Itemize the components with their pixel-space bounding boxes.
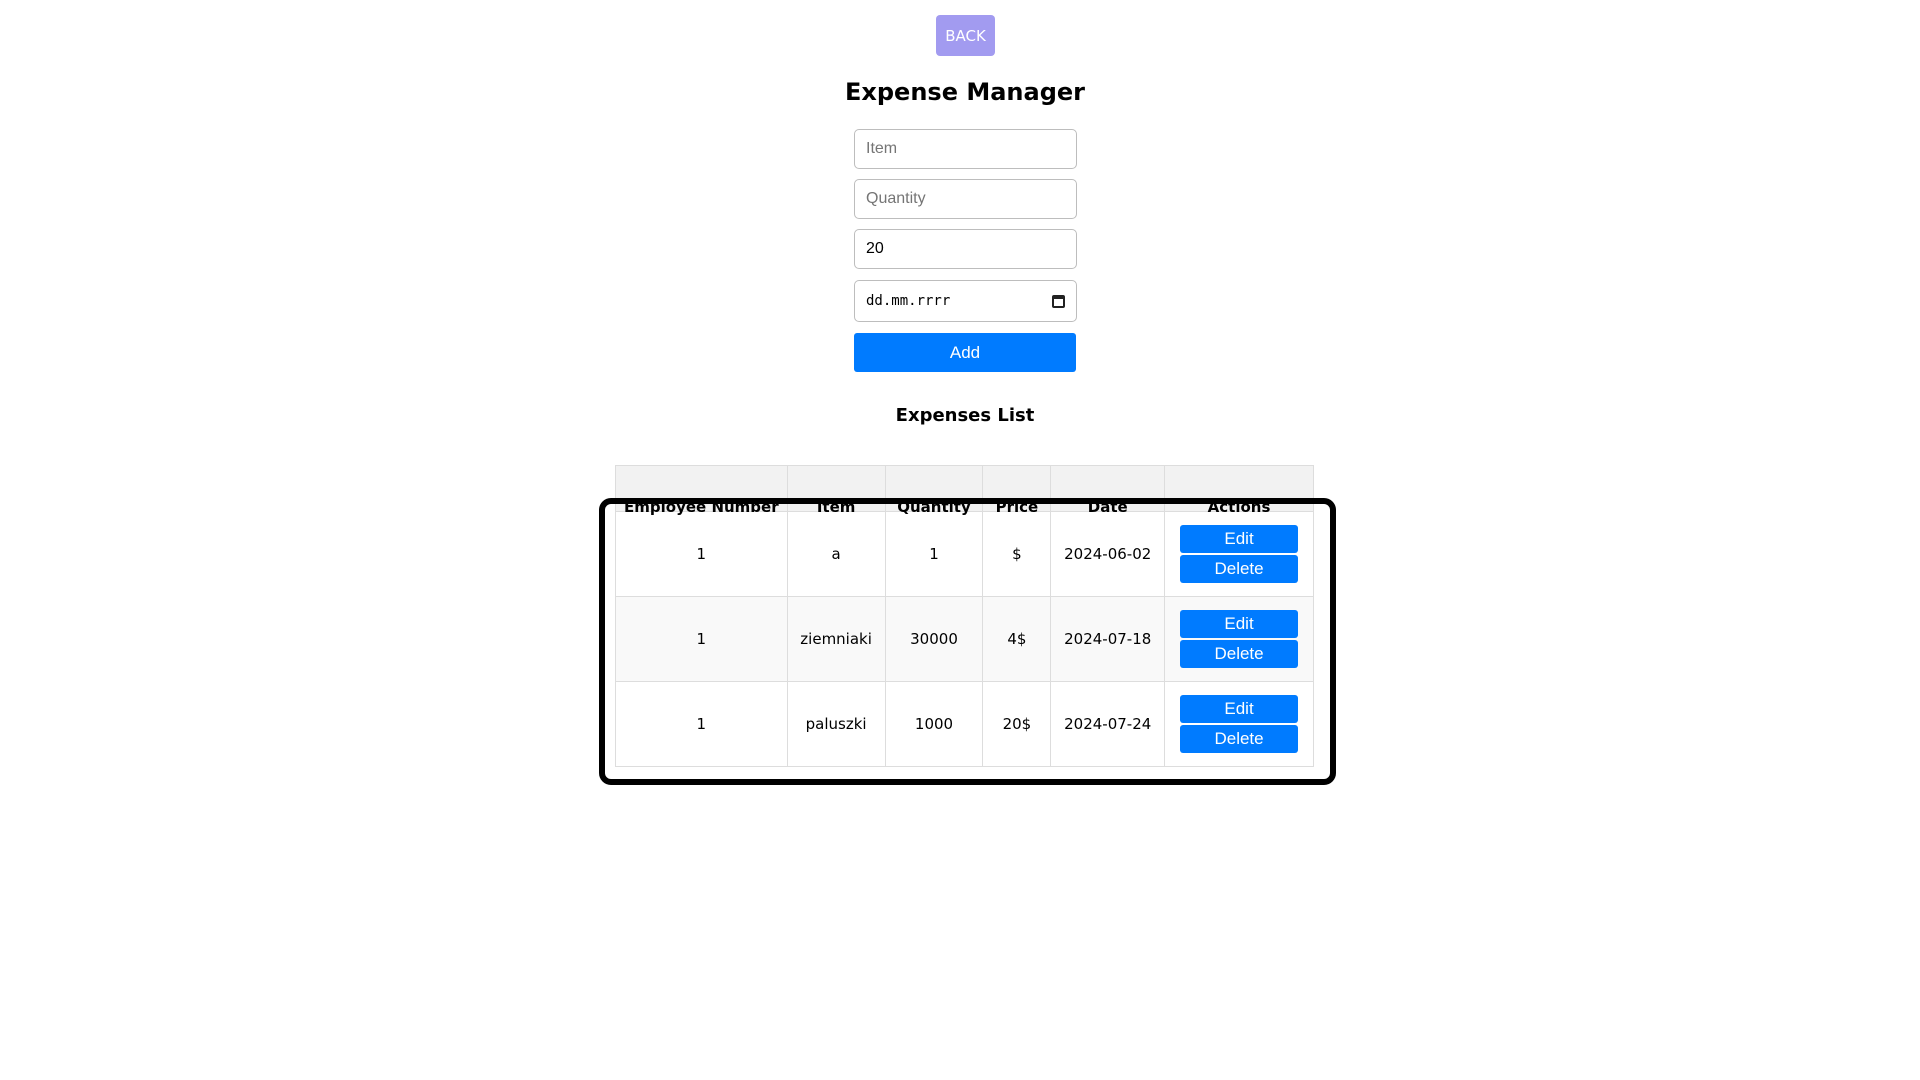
item-cell: a: [786, 511, 886, 597]
page-title: Expense Manager: [845, 78, 1085, 106]
add-button[interactable]: Add: [854, 333, 1076, 372]
actions-cell: Edit Delete: [1164, 681, 1314, 767]
item-cell: paluszki: [786, 681, 886, 767]
column-header-item: Item: [786, 465, 886, 515]
employee-number-cell: 1: [615, 596, 788, 682]
quantity-input[interactable]: [854, 179, 1077, 219]
price-cell: 4$: [982, 596, 1052, 682]
back-button[interactable]: BACK: [936, 15, 995, 56]
item-cell: ziemniaki: [786, 596, 886, 682]
expenses-table: Employee Number Item Quantity Price Date…: [615, 465, 1314, 767]
date-cell: 2024-07-18: [1050, 596, 1166, 682]
quantity-cell: 30000: [884, 596, 984, 682]
column-header-quantity: Quantity: [884, 465, 984, 515]
column-header-price: Price: [982, 465, 1052, 515]
table-row: 1 paluszki 1000 20$ 2024-07-24 Edit Dele…: [615, 681, 1314, 767]
price-cell: 20$: [982, 681, 1052, 767]
table-header-row: Employee Number Item Quantity Price Date…: [615, 465, 1314, 515]
column-header-employee-number: Employee Number: [615, 465, 788, 515]
quantity-cell: 1: [884, 511, 984, 597]
expenses-table-container: Employee Number Item Quantity Price Date…: [615, 465, 1314, 771]
expenses-list-title: Expenses List: [895, 405, 1035, 426]
table-row: 1 a 1 $ 2024-06-02 Edit Delete: [615, 511, 1314, 597]
column-header-actions: Actions: [1164, 465, 1314, 515]
date-cell: 2024-06-02: [1050, 511, 1166, 597]
price-cell: $: [982, 511, 1052, 597]
calendar-icon[interactable]: [1052, 294, 1065, 308]
date-input[interactable]: dd.mm.rrrr: [854, 280, 1077, 322]
employee-number-cell: 1: [615, 681, 788, 767]
edit-button[interactable]: Edit: [1180, 525, 1299, 553]
delete-button[interactable]: Delete: [1180, 555, 1299, 583]
delete-button[interactable]: Delete: [1180, 725, 1299, 753]
expense-manager-page: BACK Expense Manager dd.mm.rrrr Add Expe…: [0, 0, 1920, 1080]
delete-button[interactable]: Delete: [1180, 640, 1299, 668]
edit-button[interactable]: Edit: [1180, 610, 1299, 638]
actions-cell: Edit Delete: [1164, 596, 1314, 682]
date-cell: 2024-07-24: [1050, 681, 1166, 767]
employee-number-cell: 1: [615, 511, 788, 597]
table-row: 1 ziemniaki 30000 4$ 2024-07-18 Edit Del…: [615, 596, 1314, 682]
column-header-date: Date: [1050, 465, 1166, 515]
price-input[interactable]: [854, 229, 1077, 269]
item-input[interactable]: [854, 129, 1077, 169]
actions-cell: Edit Delete: [1164, 511, 1314, 597]
quantity-cell: 1000: [884, 681, 984, 767]
date-placeholder: dd.mm.rrrr: [866, 293, 951, 309]
edit-button[interactable]: Edit: [1180, 695, 1299, 723]
